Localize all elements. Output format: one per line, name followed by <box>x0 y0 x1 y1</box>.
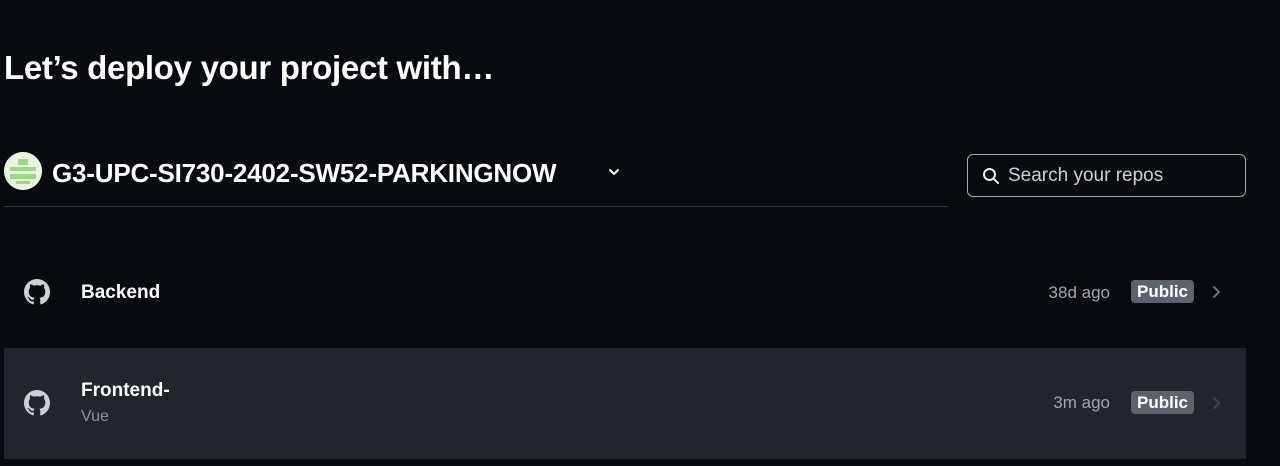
chevron-right-icon[interactable] <box>1209 285 1223 299</box>
account-selector[interactable]: G3-UPC-SI730-2402-SW52-PARKINGNOW <box>4 152 948 207</box>
search-icon <box>982 167 1000 185</box>
repo-row-backend[interactable]: Backend 38d ago Public <box>4 237 1246 348</box>
github-icon <box>24 279 50 305</box>
github-icon <box>24 390 50 416</box>
repo-row-frontend[interactable]: Frontend- Vue 3m ago Public <box>4 348 1246 459</box>
search-input[interactable] <box>1008 155 1238 196</box>
chevron-right-icon[interactable] <box>1209 396 1223 410</box>
visibility-badge: Public <box>1131 391 1195 414</box>
repo-updated-time: 3m ago <box>1053 393 1110 412</box>
account-avatar <box>4 152 42 190</box>
search-box[interactable] <box>967 154 1246 197</box>
visibility-badge: Public <box>1131 280 1195 303</box>
account-name[interactable]: G3-UPC-SI730-2402-SW52-PARKINGNOW <box>52 156 557 190</box>
repo-framework: Vue <box>81 408 109 425</box>
repo-name[interactable]: Backend <box>81 281 160 305</box>
identicon-avatar-icon <box>4 152 42 190</box>
repo-name[interactable]: Frontend- <box>81 379 170 403</box>
deploy-page: Let’s deploy your project with… G3-UPC-S… <box>0 0 1280 466</box>
page-title: Let’s deploy your project with… <box>4 49 495 86</box>
chevron-down-icon[interactable] <box>606 164 622 180</box>
repo-updated-time: 38d ago <box>1048 283 1110 302</box>
